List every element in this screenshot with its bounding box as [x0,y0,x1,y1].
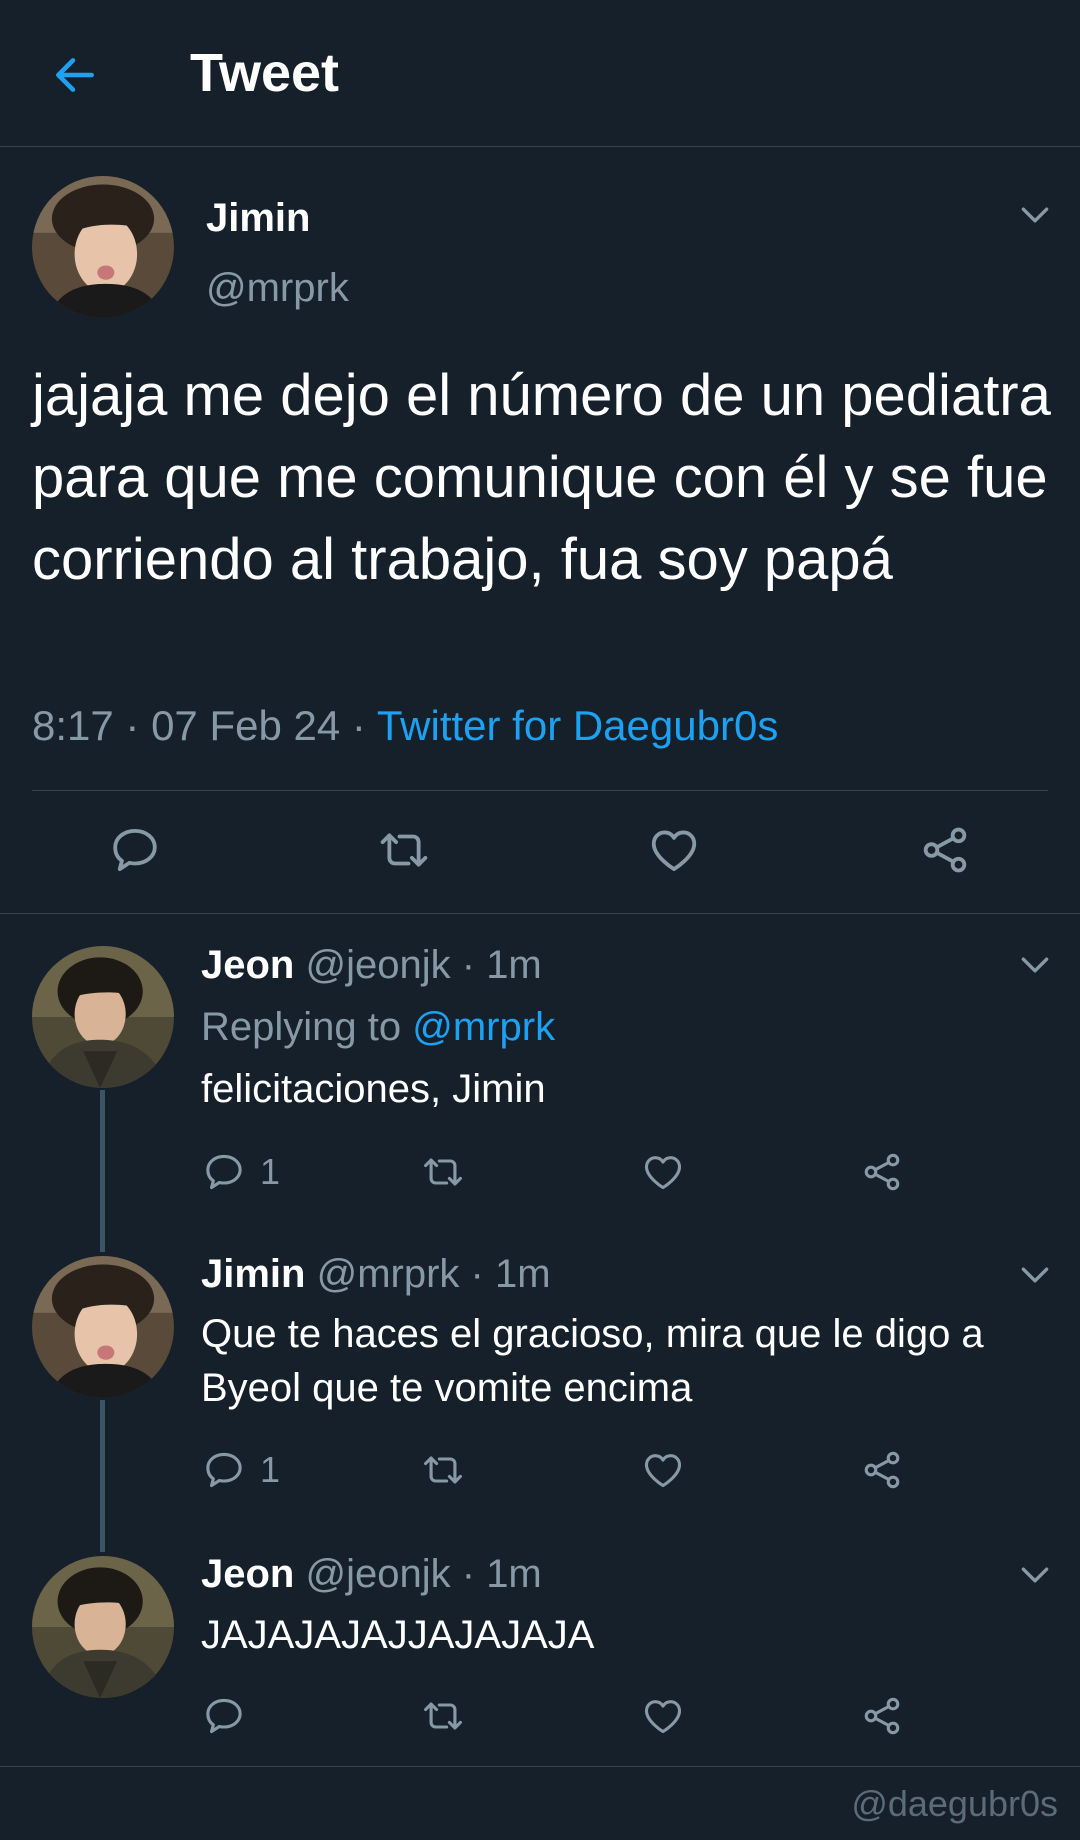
reply-icon [108,823,162,877]
replying-to: Replying to @mrprk [201,1005,555,1050]
share-button[interactable] [860,1694,904,1738]
meta-separator: · [125,702,152,749]
arrow-left-icon [56,58,94,92]
avatar[interactable] [32,1256,174,1398]
page-title: Tweet [190,43,340,103]
avatar[interactable] [32,176,174,318]
divider [0,1766,1080,1767]
more-options-caret-icon[interactable] [1015,195,1055,235]
reply-text: felicitaciones, Jimin [201,1067,546,1111]
reply-author-handle[interactable]: @mrprk [317,1252,460,1296]
like-button[interactable] [641,1448,685,1492]
meta-separator: · [351,702,377,749]
reply-button[interactable] [202,1694,260,1738]
retweet-icon [421,1150,465,1194]
like-button[interactable] [647,823,701,877]
avatar[interactable] [32,1556,174,1698]
back-button[interactable] [50,50,100,100]
share-icon [860,1448,904,1492]
tweet-text: jajaja me dejo el número de un pediatra … [32,363,1051,592]
avatar[interactable] [32,946,174,1088]
share-icon [860,1150,904,1194]
divider [0,913,1080,914]
tweet-meta: 8:17 · 07 Feb 24 · Twitter for Daegubr0s [32,702,778,750]
thread-line [100,1400,105,1552]
watermark: @daegubr0s [851,1783,1058,1824]
reply-button[interactable]: 1 [202,1150,280,1194]
retweet-button[interactable] [421,1694,465,1738]
reply-author-handle[interactable]: @jeonjk [305,1552,450,1596]
reply-header: Jeon @jeonjk · 1m [201,943,542,988]
author-handle[interactable]: @mrprk [206,266,349,311]
more-options-caret-icon[interactable] [1015,1255,1055,1295]
more-options-caret-icon[interactable] [1015,945,1055,985]
meta-separator: · [461,943,476,987]
reply-author-name[interactable]: Jimin [201,1252,305,1296]
reply-header: Jeon @jeonjk · 1m [201,1552,542,1597]
tweet-source-link[interactable]: Twitter for Daegubr0s [377,702,779,749]
reply-text: Que te haces el gracioso, mira que le di… [201,1312,984,1410]
replying-mention-link[interactable]: @mrprk [412,1005,555,1049]
more-options-caret-icon[interactable] [1015,1555,1055,1595]
replying-label: Replying to [201,1005,402,1049]
share-icon [918,823,972,877]
like-button[interactable] [641,1150,685,1194]
tweet-time: 8:17 [32,702,114,749]
retweet-icon [377,823,431,877]
retweet-button[interactable] [377,823,431,877]
retweet-icon [421,1448,465,1492]
share-icon [860,1694,904,1738]
top-bar [0,0,1080,147]
reply-icon [202,1448,246,1492]
reply-time: 1m [486,943,542,987]
heart-icon [641,1150,685,1194]
thread-line [100,1090,105,1252]
reply-author-name[interactable]: Jeon [201,1552,294,1596]
meta-separator: · [470,1252,484,1296]
reply-count: 1 [260,1151,281,1192]
share-button[interactable] [860,1150,904,1194]
like-button[interactable] [641,1694,685,1738]
reply-count: 1 [260,1449,281,1490]
reply-text: JAJAJAJAJJAJAJAJA [201,1613,595,1657]
heart-icon [641,1448,685,1492]
retweet-button[interactable] [421,1448,465,1492]
tweet-date: 07 Feb 24 [151,702,341,749]
reply-icon [202,1150,246,1194]
author-name[interactable]: Jimin [206,196,310,241]
reply-time: 1m [495,1252,551,1296]
reply-button[interactable]: 1 [202,1448,280,1492]
divider [32,790,1048,791]
reply-author-name[interactable]: Jeon [201,943,294,987]
retweet-button[interactable] [421,1150,465,1194]
reply-time: 1m [486,1552,542,1596]
reply-icon [202,1694,246,1738]
share-button[interactable] [918,823,972,877]
reply-header: Jimin @mrprk · 1m [201,1252,551,1297]
heart-icon [647,823,701,877]
retweet-icon [421,1694,465,1738]
reply-button[interactable] [108,823,162,877]
meta-separator: · [461,1552,476,1596]
heart-icon [641,1694,685,1738]
share-button[interactable] [860,1448,904,1492]
reply-author-handle[interactable]: @jeonjk [305,943,450,987]
